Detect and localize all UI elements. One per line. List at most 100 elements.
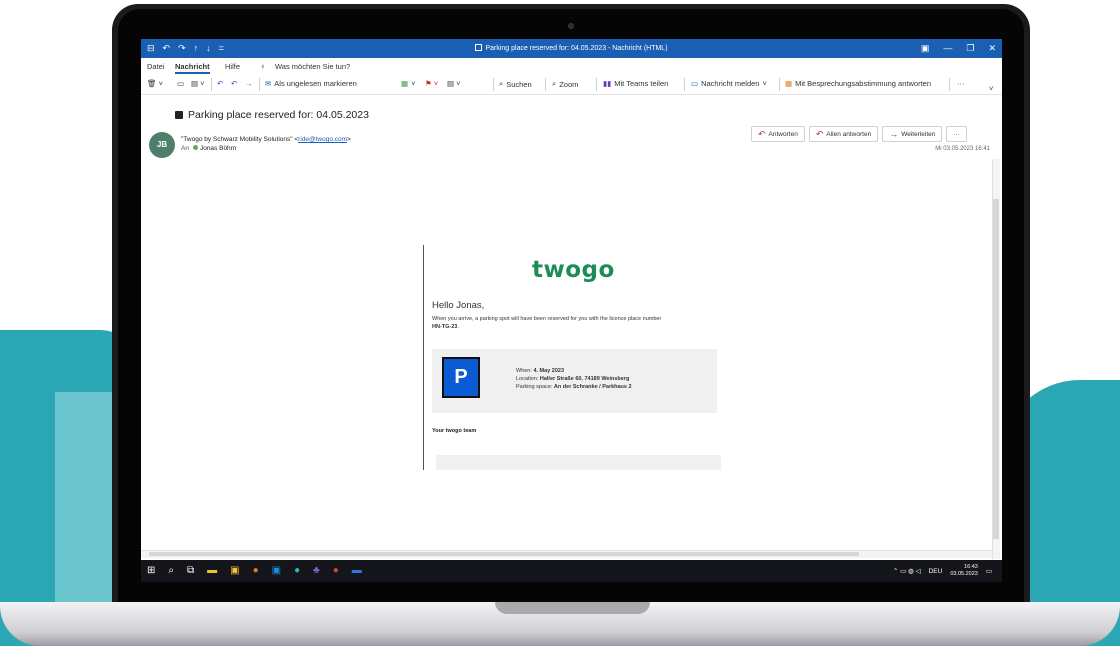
powerpoint-icon[interactable]: ● xyxy=(333,565,339,577)
teams-icon: ▮▮ xyxy=(603,79,612,88)
move-icon[interactable]: ▤ ˅ xyxy=(191,79,205,88)
reply-all-icon[interactable]: ↶ xyxy=(231,79,237,88)
email-intro: When you arrive, a parking spot will hav… xyxy=(432,315,722,331)
subject-text: Parking place reserved for: 04.05.2023 xyxy=(188,109,369,121)
menu-bar: Datei Nachricht Hilfe ♀ Was möchten Sie … xyxy=(141,58,1002,74)
search-label: Suchen xyxy=(506,79,532,89)
presence-icon xyxy=(192,145,198,150)
twogo-logo[interactable]: twogo xyxy=(532,257,615,283)
start-icon[interactable]: ⊞ xyxy=(147,565,155,577)
mark-unread-label: Als ungelesen markieren xyxy=(274,79,357,88)
ribbon-display-icon[interactable]: ▣ xyxy=(921,41,930,55)
archive-icon[interactable]: ▭ xyxy=(177,79,184,88)
store-icon[interactable]: ▣ xyxy=(230,565,239,577)
tray-icons[interactable]: ⌃ ▭ ◍ ◁ xyxy=(893,567,921,575)
teams-share-button[interactable]: ▮▮ Mit Teams teilen xyxy=(603,79,668,88)
search-icon[interactable]: ⌕ xyxy=(168,565,174,577)
teams-label: Mit Teams teilen xyxy=(614,79,669,88)
to-label: An xyxy=(181,145,189,152)
recipient-name[interactable]: Jonas Böhm xyxy=(200,145,236,152)
word-icon[interactable]: ▬ xyxy=(352,565,362,577)
when-row: When: 4. May 2023 xyxy=(516,367,632,375)
message-icon xyxy=(175,111,183,119)
report-message-button[interactable]: ▭ Nachricht melden ˅ xyxy=(691,79,767,88)
report-label: Nachricht melden xyxy=(701,79,760,88)
location-label: Location: xyxy=(516,376,540,382)
ribbon-separator xyxy=(596,78,597,91)
teams-icon[interactable]: ♣ xyxy=(313,565,320,577)
windows-taskbar: ⊞ ⌕ ⧉ ▬ ▣ ● ▣ ● ♣ ● ▬ ⌃ ▭ ◍ ◁ DEU 16:43 … xyxy=(141,560,1002,582)
more-actions-button[interactable]: ··· xyxy=(946,126,967,142)
ribbon: 🗑 ˅ ▭ ▤ ˅ ↶ ↶ → ✉ Als ungelesen markieren… xyxy=(141,75,1002,95)
categorize-icon[interactable]: ▦ ˅ xyxy=(401,79,415,88)
flag-icon[interactable]: ⚑ ˅ xyxy=(425,79,438,88)
restore-button[interactable]: ❐ xyxy=(966,41,974,55)
task-view-icon[interactable]: ⧉ xyxy=(187,565,194,577)
space-value: An der Schranke / Parkhaus 2 xyxy=(553,384,632,390)
ribbon-separator xyxy=(949,78,950,91)
envelope-icon: ✉ xyxy=(265,79,272,88)
menu-datei[interactable]: Datei xyxy=(147,62,165,71)
menu-hilfe[interactable]: Hilfe xyxy=(225,62,240,71)
parking-sign-icon: P xyxy=(442,357,480,398)
reply-icon: ↶ xyxy=(758,128,766,139)
ribbon-separator xyxy=(493,78,494,91)
space-label: Parking space: xyxy=(516,384,554,390)
message-icon xyxy=(475,44,483,51)
expand-ribbon-icon[interactable]: ˅ xyxy=(989,84,993,93)
system-tray: ⌃ ▭ ◍ ◁ DEU 16:43 03.05.2023 ▭ xyxy=(893,564,992,578)
parking-card: P When: 4. May 2023 Location: Haller Str… xyxy=(432,349,717,413)
webcam-icon xyxy=(568,23,574,29)
report-icon: ▭ xyxy=(691,79,699,88)
close-button[interactable]: ✕ xyxy=(988,41,996,55)
window-controls: ▣ — ❐ ✕ xyxy=(921,41,996,55)
chevron-down-icon: ˅ xyxy=(762,79,767,88)
clock-time: 16:43 xyxy=(964,564,978,570)
message-actions: ↶ Antworten ↶ Allen antworten → Weiterleite… xyxy=(751,126,967,142)
outlook-window: ⊟ ↶ ↷ ↑ ↓ = Parking place reserved for: … xyxy=(141,39,1002,582)
reply-icon[interactable]: ↶ xyxy=(217,79,223,88)
ribbon-separator xyxy=(684,78,685,91)
search-button[interactable]: ⌕ Suchen xyxy=(499,79,532,89)
notification-icon[interactable]: ▭ xyxy=(986,567,992,575)
zoom-label: Zoom xyxy=(559,79,579,89)
edge-icon[interactable]: ● xyxy=(294,565,300,577)
parking-details: When: 4. May 2023 Location: Haller Straß… xyxy=(516,367,632,391)
delete-icon[interactable]: 🗑 ˅ xyxy=(147,79,163,88)
search-icon: ⌕ xyxy=(499,79,504,88)
app-icon-orange[interactable]: ● xyxy=(253,565,259,577)
stage: ⊟ ↶ ↷ ↑ ↓ = Parking place reserved for: … xyxy=(0,0,1120,646)
ribbon-separator xyxy=(779,78,780,91)
laptop-notch xyxy=(495,602,650,614)
zoom-icon: ⌕ xyxy=(552,79,557,88)
rules-icon[interactable]: ▤ ˅ xyxy=(447,79,461,88)
clock[interactable]: 16:43 03.05.2023 xyxy=(950,564,978,578)
vertical-scrollbar-thumb[interactable] xyxy=(993,199,999,539)
more-commands-button[interactable]: ··· xyxy=(957,79,965,88)
tell-me-search[interactable]: Was möchten Sie tun? xyxy=(275,62,350,71)
reply-all-button[interactable]: ↶ Allen antworten xyxy=(808,126,879,142)
reply-all-label: Allen antworten xyxy=(826,130,872,138)
minimize-button[interactable]: — xyxy=(943,41,952,55)
outlook-icon[interactable]: ▣ xyxy=(272,565,281,577)
forward-icon: → xyxy=(889,129,899,139)
sender-email-link[interactable]: ride@twogo.com xyxy=(298,136,347,143)
horizontal-scrollbar-thumb[interactable] xyxy=(149,552,859,556)
menu-nachricht[interactable]: Nachricht xyxy=(175,62,210,74)
meeting-reply-button[interactable]: ▦ Mit Besprechungsabstimmung antworten xyxy=(785,79,931,88)
taskbar-apps: ⊞ ⌕ ⧉ ▬ ▣ ● ▣ ● ♣ ● ▬ xyxy=(147,565,362,577)
ribbon-separator xyxy=(545,78,546,91)
language-indicator[interactable]: DEU xyxy=(929,568,943,575)
zoom-button[interactable]: ⌕ Zoom xyxy=(552,79,578,89)
file-explorer-icon[interactable]: ▬ xyxy=(207,565,217,577)
avatar[interactable]: JB xyxy=(149,132,175,158)
email-greeting: Hello Jonas, xyxy=(432,300,485,311)
meeting-reply-label: Mit Besprechungsabstimmung antworten xyxy=(795,79,931,88)
reply-all-icon: ↶ xyxy=(815,128,824,139)
email-body: twogo Hello Jonas, When you arrive, a pa… xyxy=(432,245,722,470)
forward-icon[interactable]: → xyxy=(245,79,253,88)
forward-button[interactable]: → Weiterleiten xyxy=(882,126,943,142)
email-signoff: Your twogo team xyxy=(432,428,477,434)
reply-button[interactable]: ↶ Antworten xyxy=(751,126,805,142)
mark-unread-button[interactable]: ✉ Als ungelesen markieren xyxy=(265,79,357,88)
